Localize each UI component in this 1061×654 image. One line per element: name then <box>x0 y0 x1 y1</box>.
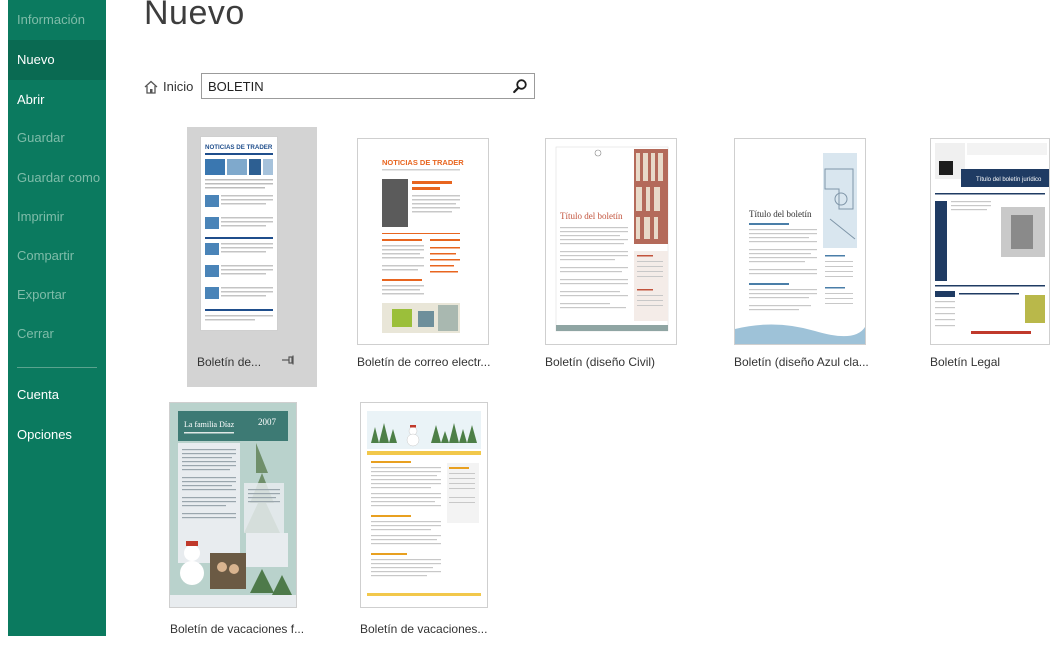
nav-guardar[interactable]: Guardar <box>8 118 106 158</box>
template-label: Boletín de correo electr... <box>357 355 491 369</box>
template-label: Boletín (diseño Azul cla... <box>734 355 869 369</box>
template-label: Boletín (diseño Civil) <box>545 355 656 369</box>
search-box <box>201 73 535 99</box>
template-card[interactable]: NOTICIAS DE TRADER <box>187 127 317 387</box>
nav-informacion[interactable]: Información <box>8 0 106 40</box>
sidebar-divider <box>17 367 97 368</box>
template-card[interactable]: Título del boletín Boletín (diseño Civil… <box>540 127 677 387</box>
thumb-headline: Título del boletín <box>749 209 812 219</box>
template-thumbnail: Título del boletín <box>734 138 866 345</box>
search-icon[interactable] <box>512 78 528 99</box>
template-card[interactable]: La familia Díaz 2007 Boletín de vacacion… <box>167 394 304 654</box>
nav-opciones[interactable]: Opciones <box>8 415 106 455</box>
template-thumbnail: La familia Díaz 2007 <box>169 402 297 608</box>
search-input[interactable] <box>208 76 498 96</box>
template-label: Boletín Legal <box>930 355 1001 369</box>
template-thumbnail <box>360 402 488 608</box>
nav-imprimir[interactable]: Imprimir <box>8 197 106 237</box>
backstage-sidebar: Información Nuevo Abrir Guardar Guardar … <box>8 0 106 636</box>
template-card[interactable]: Boletín de vacaciones... <box>354 394 488 654</box>
thumb-headline: NOTICIAS DE TRADER <box>382 158 464 167</box>
nav-cuenta[interactable]: Cuenta <box>8 375 106 415</box>
thumb-headline: La familia Díaz <box>184 420 235 429</box>
nav-compartir[interactable]: Compartir <box>8 236 106 276</box>
home-breadcrumb[interactable]: Inicio <box>163 79 193 94</box>
template-card[interactable]: Título del boletín Boletín (diseño Azul … <box>729 127 869 387</box>
pin-icon[interactable] <box>281 353 295 371</box>
thumb-headline: Título del boletín <box>560 211 623 221</box>
template-card[interactable]: Título del boletín jurídico Boletín Lega… <box>924 127 1054 387</box>
nav-cerrar[interactable]: Cerrar <box>8 314 106 354</box>
template-card[interactable]: NOTICIAS DE TRADER <box>351 127 490 387</box>
nav-exportar[interactable]: Exportar <box>8 275 106 315</box>
template-label: Boletín de vacaciones... <box>360 622 488 636</box>
page-title: Nuevo <box>144 0 245 32</box>
nav-nuevo[interactable]: Nuevo <box>8 40 106 80</box>
nav-abrir[interactable]: Abrir <box>8 80 106 120</box>
thumb-year: 2007 <box>258 417 277 427</box>
template-label: Boletín de vacaciones f... <box>170 622 305 636</box>
template-thumbnail: Título del boletín jurídico <box>930 138 1050 345</box>
template-thumbnail: NOTICIAS DE TRADER <box>200 136 278 331</box>
thumb-headline: NOTICIAS DE TRADER <box>205 144 273 151</box>
template-thumbnail: NOTICIAS DE TRADER <box>357 138 489 345</box>
nav-guardar-como[interactable]: Guardar como <box>8 158 106 198</box>
template-thumbnail: Título del boletín <box>545 138 677 345</box>
home-icon[interactable] <box>143 79 159 100</box>
thumb-headline: Título del boletín jurídico <box>976 177 1042 183</box>
template-label: Boletín de... <box>197 355 262 369</box>
